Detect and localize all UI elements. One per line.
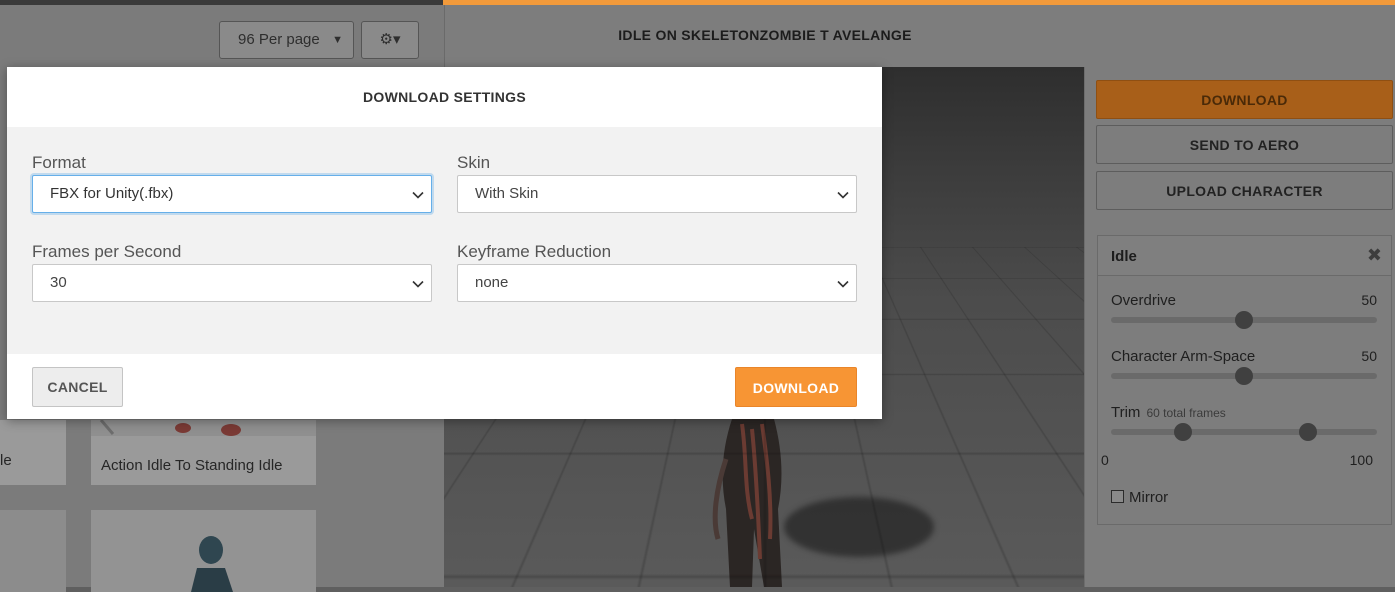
animation-card-label: le: [0, 452, 12, 469]
keyframe-reduction-value: none: [475, 274, 509, 291]
animation-sidebar: DOWNLOAD SEND TO AERO UPLOAD CHARACTER I…: [1084, 67, 1395, 587]
gear-icon: ⚙▾: [379, 31, 401, 48]
close-icon[interactable]: ✖: [1367, 245, 1382, 266]
animation-settings-panel: Idle ✖ Overdrive 50 Character Arm-Space …: [1097, 235, 1392, 525]
skin-field: Skin With Skin: [457, 153, 857, 215]
upload-character-button[interactable]: UPLOAD CHARACTER: [1096, 171, 1393, 210]
mannequin-thumbnail-image: [191, 536, 233, 592]
checkbox-icon[interactable]: [1111, 490, 1124, 503]
trim-frames-count: 60 total frames: [1146, 406, 1226, 420]
per-page-value: 96 Per page: [238, 31, 320, 48]
modal-header: DOWNLOAD SETTINGS: [7, 67, 882, 127]
trim-min-value: 0: [1101, 452, 1109, 468]
fps-field: Frames per Second 30: [32, 242, 432, 304]
fps-label: Frames per Second: [32, 242, 182, 261]
arm-space-slider[interactable]: [1111, 367, 1377, 385]
settings-menu-button[interactable]: ⚙▾: [361, 21, 419, 59]
arm-space-slider-group: Character Arm-Space 50: [1111, 348, 1377, 385]
character-model: [712, 419, 782, 587]
animation-card[interactable]: [0, 510, 66, 592]
mirror-checkbox[interactable]: Mirror: [1111, 489, 1168, 506]
overdrive-slider[interactable]: [1111, 311, 1377, 329]
keyframe-reduction-field: Keyframe Reduction none: [457, 242, 857, 304]
overdrive-slider-group: Overdrive 50: [1111, 292, 1377, 329]
animation-card[interactable]: Action Idle To Standing Idle: [91, 420, 316, 485]
modal-footer: CANCEL DOWNLOAD: [7, 354, 882, 419]
trim-slider-group: Trim 60 total frames: [1111, 404, 1377, 441]
animation-card-label: Action Idle To Standing Idle: [101, 457, 283, 474]
chevron-down-icon: [837, 280, 849, 288]
trim-range-slider[interactable]: [1111, 423, 1377, 441]
viewer-header: IDLE ON SKELETONZOMBIE T AVELANGE: [444, 5, 1395, 67]
chevron-down-icon: [837, 191, 849, 199]
animation-panel-header: Idle ✖: [1098, 236, 1391, 276]
sidebar-download-button[interactable]: DOWNLOAD: [1096, 80, 1393, 119]
format-select[interactable]: FBX for Unity(.fbx): [32, 175, 432, 213]
trim-end-handle[interactable]: [1298, 423, 1317, 441]
fps-select[interactable]: 30: [32, 264, 432, 302]
trim-label: Trim: [1111, 404, 1141, 421]
chevron-down-icon: [412, 280, 424, 288]
cancel-button[interactable]: CANCEL: [32, 367, 123, 407]
animation-name: Idle: [1111, 248, 1137, 265]
format-value: FBX for Unity(.fbx): [50, 185, 174, 202]
keyframe-reduction-select[interactable]: none: [457, 264, 857, 302]
trim-label-wrap: Trim 60 total frames: [1111, 404, 1226, 421]
overdrive-value: 50: [1361, 292, 1377, 308]
slider-handle[interactable]: [1235, 367, 1253, 385]
arm-space-label: Character Arm-Space: [1111, 348, 1256, 365]
modal-title: DOWNLOAD SETTINGS: [363, 89, 526, 105]
modal-body: Format FBX for Unity(.fbx) Skin With Ski…: [7, 127, 882, 354]
trim-max-value: 100: [1349, 452, 1373, 468]
chevron-down-icon: [412, 191, 424, 199]
mirror-label: Mirror: [1129, 489, 1169, 506]
trim-start-handle[interactable]: [1173, 423, 1192, 441]
download-button[interactable]: DOWNLOAD: [735, 367, 857, 407]
format-label: Format: [32, 153, 86, 172]
slider-handle[interactable]: [1235, 311, 1253, 329]
chevron-down-icon: ▼: [332, 34, 343, 46]
send-to-aero-button[interactable]: SEND TO AERO: [1096, 125, 1393, 164]
animation-card-thumbnail: [91, 420, 316, 436]
animation-title: IDLE ON SKELETONZOMBIE T AVELANGE: [618, 27, 912, 43]
download-settings-modal: DOWNLOAD SETTINGS Format FBX for Unity(.…: [7, 67, 882, 419]
format-field: Format FBX for Unity(.fbx): [32, 153, 432, 215]
arm-space-value: 50: [1361, 348, 1377, 364]
per-page-select[interactable]: 96 Per page ▼: [219, 21, 354, 59]
fps-value: 30: [50, 274, 67, 291]
character-feet-image: [99, 420, 241, 436]
overdrive-label: Overdrive: [1111, 292, 1177, 309]
character-shadow: [784, 497, 934, 557]
skin-label: Skin: [457, 153, 491, 172]
skin-value: With Skin: [475, 185, 539, 202]
animation-card[interactable]: [91, 510, 316, 592]
animation-card[interactable]: le: [0, 420, 66, 485]
skin-select[interactable]: With Skin: [457, 175, 857, 213]
keyframe-reduction-label: Keyframe Reduction: [457, 242, 612, 261]
